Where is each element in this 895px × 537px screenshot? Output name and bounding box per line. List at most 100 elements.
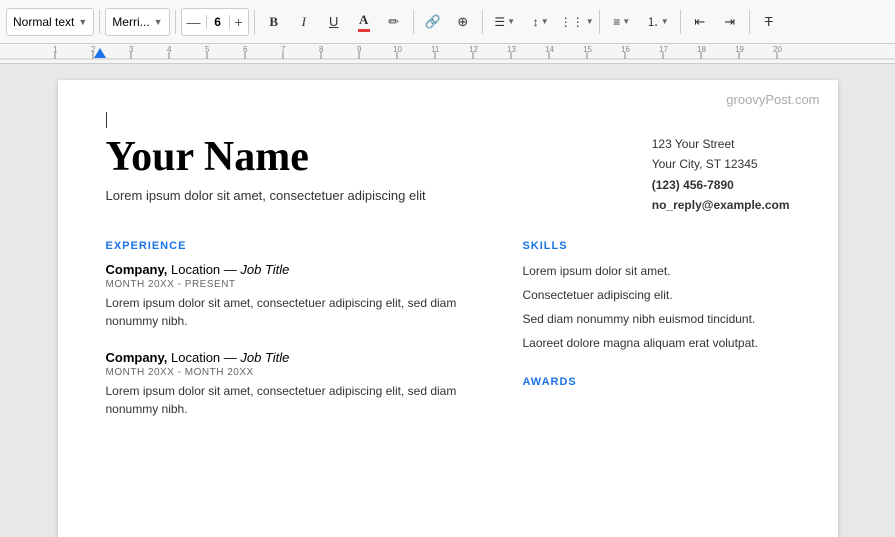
align-icon: ☰ [494,15,505,29]
watermark: groovyPost.com [726,92,819,107]
job-entry-2: Company, Location — Job Title MONTH 20XX… [106,350,483,418]
awards-section: AWARDS [522,376,789,388]
jobtitle-1: Job Title [240,262,289,277]
svg-text:10: 10 [393,45,402,54]
font-chevron-icon: ▼ [154,17,163,27]
text-cursor [106,112,107,128]
resume-body: EXPERIENCE Company, Location — Job Title… [106,240,790,438]
skills-section-title: SKILLS [522,240,789,252]
spacing-chevron-icon: ▼ [541,17,549,26]
job-date-1: MONTH 20XX - PRESENT [106,279,483,290]
numbered-list-button[interactable]: ⒈ ▼ [641,8,675,36]
svg-text:12: 12 [469,45,478,54]
document-page: groovyPost.com Your Name Lorem ipsum dol… [58,80,838,537]
svg-text:2: 2 [91,45,96,54]
link-button[interactable]: 🔗 [419,8,447,36]
svg-text:11: 11 [431,45,440,54]
skill-item-1: Lorem ipsum dolor sit amet. [522,262,789,280]
font-size-increase-button[interactable]: + [230,9,248,35]
toolbar: Normal text ▼ Merri... ▼ — 6 + B I U A ✏… [0,0,895,44]
font-size-value: 6 [206,15,230,29]
resume-header: Your Name Lorem ipsum dolor sit amet, co… [106,134,790,216]
svg-text:8: 8 [319,45,324,54]
columns-icon: ⋮⋮ [560,15,584,29]
italic-button[interactable]: I [290,8,318,36]
divider-2 [175,10,176,34]
svg-text:18: 18 [697,45,706,54]
svg-text:9: 9 [357,45,362,54]
font-size-group: — 6 + [181,8,249,36]
svg-text:19: 19 [735,45,744,54]
bold-button[interactable]: B [260,8,288,36]
divider-4 [413,10,414,34]
align-button[interactable]: ☰ ▼ [488,8,522,36]
contact-street: 123 Your Street [652,134,790,154]
font-color-icon: A [358,12,370,32]
font-label: Merri... [112,15,149,29]
bullet-list-button[interactable]: ≡ ▼ [605,8,639,36]
svg-text:16: 16 [621,45,630,54]
divider-1 [99,10,100,34]
company-2: Company, [106,350,168,365]
svg-text:14: 14 [545,45,554,54]
cursor-area [106,112,790,130]
line-spacing-button[interactable]: ↕ ▼ [524,8,558,36]
underline-button[interactable]: U [320,8,348,36]
highlight-icon: ✏ [388,14,399,30]
svg-text:5: 5 [205,45,210,54]
contact-phone: (123) 456-7890 [652,175,790,195]
svg-text:4: 4 [167,45,172,54]
job-title-line-2: Company, Location — Job Title [106,350,483,365]
location-2: Location — [171,350,240,365]
link-icon: 🔗 [425,14,441,30]
svg-text:17: 17 [659,45,668,54]
bullet-list-icon: ≡ [613,15,620,29]
job-desc-1: Lorem ipsum dolor sit amet, consectetuer… [106,294,483,330]
job-desc-2: Lorem ipsum dolor sit amet, consectetuer… [106,382,483,418]
divider-8 [749,10,750,34]
font-size-decrease-button[interactable]: — [182,9,206,35]
style-dropdown[interactable]: Normal text ▼ [6,8,94,36]
contact-info: 123 Your Street Your City, ST 12345 (123… [652,134,790,216]
resume-right-column: SKILLS Lorem ipsum dolor sit amet. Conse… [522,240,789,438]
skill-item-4: Laoreet dolore magna aliquam erat volutp… [522,334,789,352]
font-dropdown[interactable]: Merri... ▼ [105,8,169,36]
highlight-button[interactable]: ✏ [380,8,408,36]
font-color-button[interactable]: A [350,8,378,36]
job-entry-1: Company, Location — Job Title MONTH 20XX… [106,262,483,330]
job-title-line-1: Company, Location — Job Title [106,262,483,277]
skill-item-2: Consectetuer adipiscing elit. [522,286,789,304]
bullet-chevron-icon: ▼ [622,17,630,26]
jobtitle-2: Job Title [240,350,289,365]
line-spacing-icon: ↕ [533,15,539,29]
insert-image-icon: ⊕ [457,14,468,30]
numbered-list-icon: ⒈ [647,13,659,30]
columns-button[interactable]: ⋮⋮ ▼ [560,8,594,36]
columns-chevron-icon: ▼ [586,17,594,26]
increase-indent-button[interactable]: ⇥ [716,8,744,36]
clear-formatting-button[interactable]: T [755,8,783,36]
resume-left-column: EXPERIENCE Company, Location — Job Title… [106,240,483,438]
ruler-svg: 1 2 3 4 5 6 7 8 9 10 11 12 13 1 [0,44,895,64]
decrease-indent-icon: ⇤ [694,14,705,30]
contact-email: no_reply@example.com [652,195,790,215]
divider-7 [680,10,681,34]
svg-text:3: 3 [129,45,134,54]
clear-formatting-icon: T [765,14,773,29]
divider-5 [482,10,483,34]
svg-text:7: 7 [281,45,286,54]
document-area[interactable]: groovyPost.com Your Name Lorem ipsum dol… [0,64,895,537]
job-date-2: MONTH 20XX - MONTH 20XX [106,367,483,378]
insert-image-button[interactable]: ⊕ [449,8,477,36]
style-chevron-icon: ▼ [78,17,87,27]
style-label: Normal text [13,15,74,29]
svg-text:15: 15 [583,45,592,54]
contact-city: Your City, ST 12345 [652,154,790,174]
svg-text:13: 13 [507,45,516,54]
numbered-chevron-icon: ▼ [661,17,669,26]
align-chevron-icon: ▼ [507,17,515,26]
svg-text:1: 1 [53,45,58,54]
location-1: Location — [171,262,240,277]
company-1: Company, [106,262,168,277]
decrease-indent-button[interactable]: ⇤ [686,8,714,36]
